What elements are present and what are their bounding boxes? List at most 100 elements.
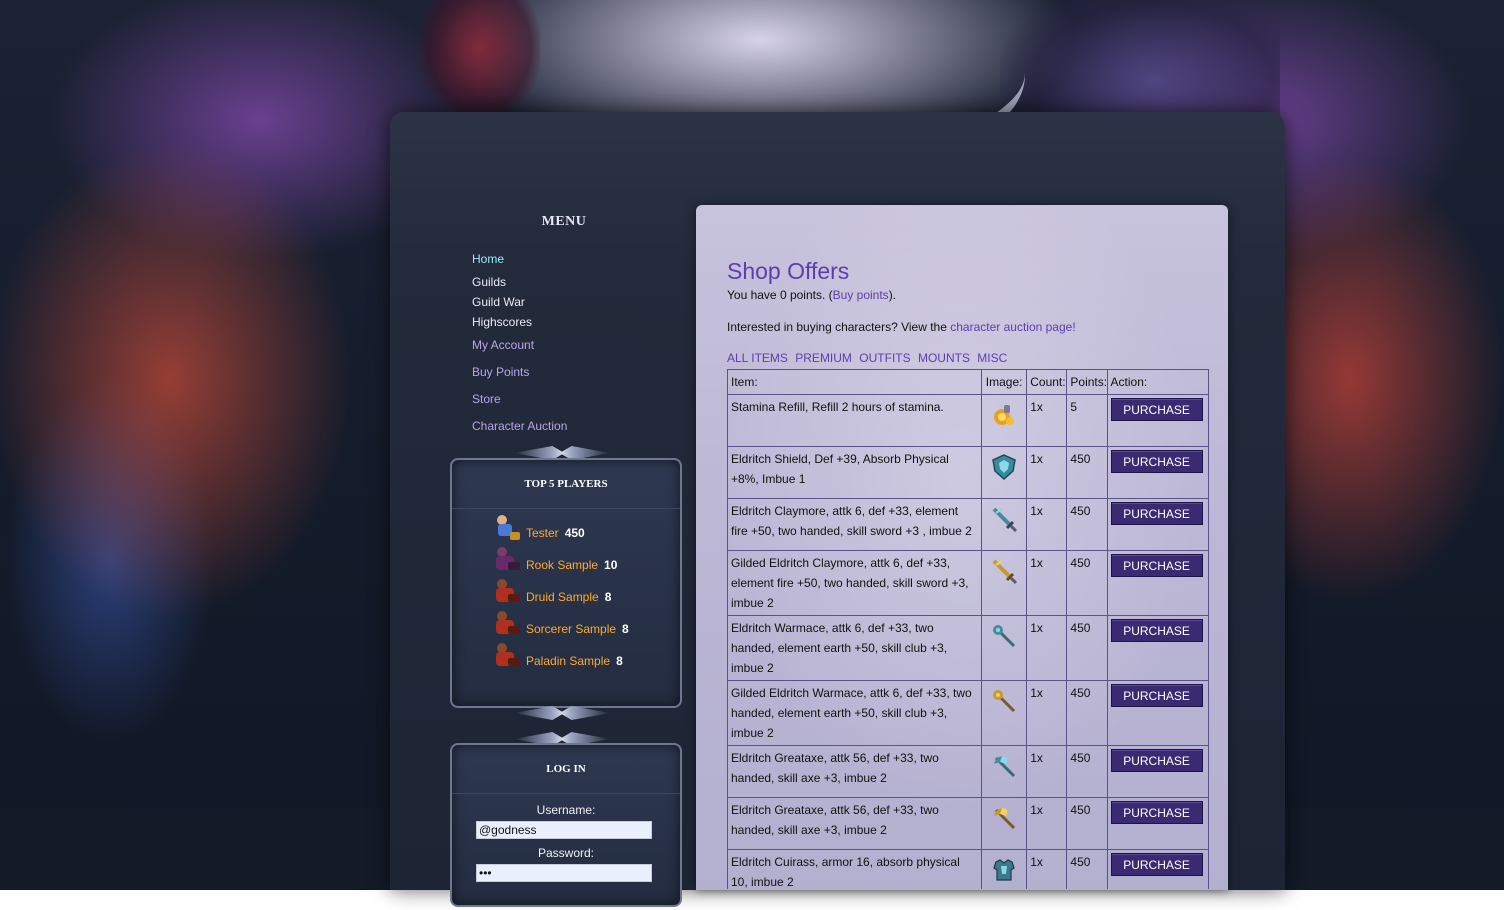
purchase-button[interactable]: PURCHASE	[1110, 398, 1203, 421]
menu-item-highscores[interactable]: Highscores	[472, 315, 532, 329]
buy-points-link[interactable]: Buy points	[833, 288, 889, 302]
column-header-item: Item:	[727, 369, 983, 395]
table-row: Eldritch Claymore, attk 6, def +33, elem…	[727, 498, 1209, 551]
column-header-points: Points:	[1066, 369, 1108, 395]
cuirass-icon	[993, 859, 1015, 881]
stamina-potion-icon	[994, 405, 1015, 425]
table-row: Eldritch Shield, Def +39, Absorb Physica…	[727, 446, 1209, 499]
offers-table: Item: Image: Count: Points: Action: Stam…	[727, 369, 1209, 889]
table-row: Stamina Refill, Refill 2 hours of stamin…	[727, 394, 1209, 447]
top-players-title: TOP 5 PLAYERS	[452, 460, 680, 509]
item-count: 1x	[1026, 446, 1068, 499]
table-row: Eldritch Greataxe, attk 56, def +33, two…	[727, 797, 1209, 850]
item-points: 450	[1066, 745, 1108, 798]
table-header-row: Item: Image: Count: Points: Action:	[727, 369, 1209, 395]
column-header-action: Action:	[1106, 369, 1209, 395]
table-row: Gilded Eldritch Claymore, attk 6, def +3…	[727, 550, 1209, 616]
column-header-count: Count:	[1026, 369, 1068, 395]
item-description: Eldritch Shield, Def +39, Absorb Physica…	[727, 446, 983, 499]
panel-ornament-bottom	[514, 706, 610, 720]
item-description: Eldritch Cuirass, armor 16, absorb physi…	[727, 849, 983, 889]
item-description: Gilded Eldritch Claymore, attk 6, def +3…	[727, 550, 983, 616]
player-score: 8	[604, 590, 612, 604]
player-outfit-icon	[496, 643, 520, 666]
artwork-figure-left	[420, 0, 540, 120]
player-name[interactable]: Rook Sample 10	[526, 558, 617, 572]
item-points: 450	[1066, 849, 1108, 889]
table-row: Eldritch Greataxe, attk 56, def +33, two…	[727, 745, 1209, 798]
top-players-panel: TOP 5 PLAYERS Tester450 Rook Sample10	[450, 458, 682, 708]
table-row: Gilded Eldritch Warmace, attk 6, def +33…	[727, 680, 1209, 746]
item-count: 1x	[1026, 498, 1068, 551]
tab-misc[interactable]: MISC	[977, 351, 1007, 365]
purchase-button[interactable]: PURCHASE	[1110, 684, 1203, 707]
purchase-button[interactable]: PURCHASE	[1110, 853, 1203, 876]
menu-item-guilds[interactable]: Guilds	[472, 275, 506, 289]
player-outfit-icon	[496, 579, 520, 602]
menu-item-my-account[interactable]: My Account	[472, 338, 534, 352]
page-title: Shop Offers	[727, 258, 850, 284]
purchase-button[interactable]: PURCHASE	[1110, 619, 1203, 642]
auction-info: Interested in buying characters? View th…	[727, 320, 1076, 334]
item-count: 1x	[1026, 797, 1068, 850]
item-description: Eldritch Greataxe, attk 56, def +33, two…	[727, 745, 983, 798]
player-score: 8	[622, 622, 629, 636]
tab-all-items[interactable]: ALL ITEMS	[727, 351, 788, 365]
item-points: 450	[1066, 446, 1108, 499]
offers-table-container: Item: Image: Count: Points: Action: Stam…	[727, 369, 1209, 889]
menu-title: MENU	[541, 214, 587, 229]
item-count: 1x	[1026, 745, 1068, 798]
column-header-image: Image:	[981, 369, 1028, 395]
item-description: Eldritch Claymore, attk 6, def +33, elem…	[727, 498, 983, 551]
login-panel: LOG IN Username: Password:	[450, 743, 682, 907]
password-input[interactable]	[476, 864, 652, 882]
username-input[interactable]	[476, 821, 652, 839]
player-name[interactable]: Druid Sample 8	[526, 590, 611, 604]
shield-icon	[992, 454, 1016, 481]
tab-outfits[interactable]: OUTFITS	[859, 351, 910, 365]
purchase-button[interactable]: PURCHASE	[1110, 554, 1203, 577]
menu-item-buy-points[interactable]: Buy Points	[472, 365, 529, 379]
menu-item-home[interactable]: Home	[472, 252, 504, 266]
item-points: 450	[1066, 550, 1108, 616]
axe-icon	[994, 756, 1016, 778]
tab-mounts[interactable]: MOUNTS	[918, 351, 970, 365]
character-auction-link[interactable]: character auction page!	[950, 320, 1075, 334]
item-points: 450	[1066, 797, 1108, 850]
item-count: 1x	[1026, 394, 1068, 447]
item-count: 1x	[1026, 550, 1068, 616]
item-description: Eldritch Greataxe, attk 56, def +33, two…	[727, 797, 983, 850]
table-row: Eldritch Warmace, attk 6, def +33, two h…	[727, 615, 1209, 681]
player-score: 8	[616, 654, 623, 668]
purchase-button[interactable]: PURCHASE	[1110, 801, 1203, 824]
sword-icon	[992, 507, 1018, 533]
password-label: Password:	[537, 846, 595, 860]
item-description: Eldritch Warmace, attk 6, def +33, two h…	[727, 615, 983, 681]
menu-item-guild-war[interactable]: Guild War	[472, 295, 525, 309]
player-name[interactable]: Paladin Sample 8	[526, 654, 623, 668]
category-tabs: ALL ITEMS PREMIUM OUTFITS MOUNTS MISC	[727, 351, 1011, 365]
login-title: LOG IN	[452, 745, 680, 794]
player-name[interactable]: Sorcerer Sample 8	[526, 622, 629, 636]
username-label: Username:	[536, 803, 596, 817]
purchase-button[interactable]: PURCHASE	[1110, 749, 1203, 772]
player-outfit-icon	[497, 515, 520, 540]
item-description: Stamina Refill, Refill 2 hours of stamin…	[727, 394, 983, 447]
item-description: Gilded Eldritch Warmace, attk 6, def +33…	[727, 680, 983, 746]
tab-premium[interactable]: PREMIUM	[795, 351, 852, 365]
golden-axe-icon	[994, 808, 1016, 830]
player-score: 10	[604, 558, 618, 572]
mace-icon	[993, 625, 1016, 648]
menu-item-character-auction[interactable]: Character Auction	[472, 419, 567, 433]
shop-content: Shop Offers You have 0 points. (Buy poin…	[696, 205, 1228, 890]
player-name[interactable]: Tester 450	[526, 526, 585, 540]
item-count: 1x	[1026, 615, 1068, 681]
menu-item-store[interactable]: Store	[472, 392, 501, 406]
purchase-button[interactable]: PURCHASE	[1110, 450, 1203, 473]
golden-mace-icon	[993, 690, 1016, 713]
table-row: Eldritch Cuirass, armor 16, absorb physi…	[727, 849, 1209, 889]
item-count: 1x	[1026, 680, 1068, 746]
purchase-button[interactable]: PURCHASE	[1110, 502, 1203, 525]
sidebar: MENU Home Guilds Guild War Highscores My…	[404, 190, 700, 907]
points-info: You have 0 points. (Buy points).	[727, 288, 897, 302]
